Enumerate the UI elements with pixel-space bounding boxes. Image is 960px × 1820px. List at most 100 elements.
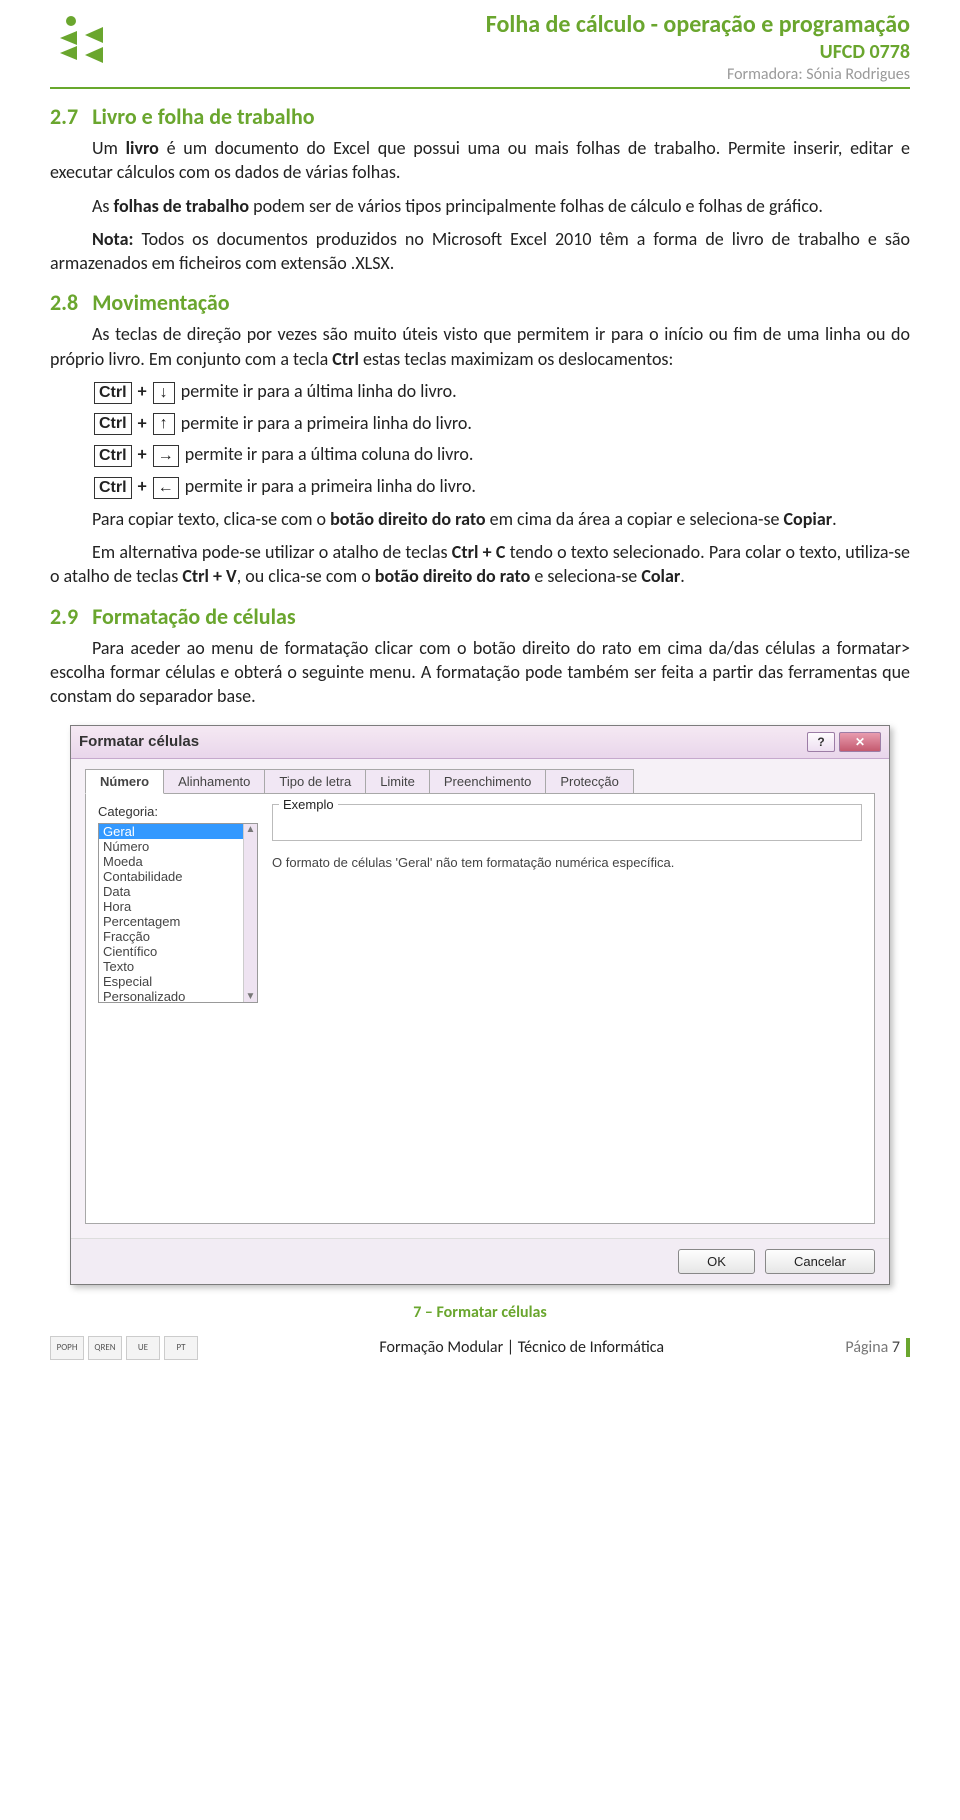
list-item[interactable]: Moeda [99, 854, 243, 869]
badge-pt: PT [164, 1336, 198, 1360]
badge-qren: QREN [88, 1336, 122, 1360]
shortcut-desc: permite ir para a primeira linha do livr… [181, 475, 476, 497]
badge-ue: UE [126, 1336, 160, 1360]
list-item[interactable]: Hora [99, 899, 243, 914]
trainer-name: Formadora: Sónia Rodrigues [486, 65, 910, 85]
sec-27-paragraph-2: As folhas de trabalho podem ser de vário… [50, 194, 910, 218]
text-fragment: e seleciona-se [530, 565, 641, 587]
scroll-down-icon[interactable]: ▼ [246, 991, 256, 1002]
sec-28-copy-paragraph: Para copiar texto, clica-se com o botão … [50, 507, 910, 531]
badge-poph: POPH [50, 1336, 84, 1360]
list-item[interactable]: Especial [99, 974, 243, 989]
section-number: 2.7 [50, 103, 78, 130]
section-number: 2.8 [50, 289, 78, 316]
sec-28-paste-paragraph: Em alternativa pode-se utilizar o atalho… [50, 540, 910, 589]
text-fragment: Em alternativa pode-se utilizar o atalho… [92, 541, 452, 563]
help-icon[interactable]: ? [807, 732, 835, 752]
text-bold: botão direito do rato [330, 508, 485, 530]
footer-logos: POPH QREN UE PT [50, 1336, 198, 1360]
list-item[interactable]: Data [99, 884, 243, 899]
text-fragment: , ou clica-se com o [237, 565, 375, 587]
footer-center-text: Formação Modular | Técnico de Informátic… [198, 1338, 845, 1357]
format-cells-dialog: Formatar células ? ✕ Número Alinhamento … [70, 725, 890, 1285]
tab-alinhamento[interactable]: Alinhamento [163, 769, 265, 793]
arrow-down-key: ↓ [153, 382, 175, 404]
close-icon[interactable]: ✕ [839, 732, 881, 752]
list-item[interactable]: Personalizado [99, 989, 243, 1003]
page-number-value: 7 [892, 1338, 900, 1357]
ok-button[interactable]: OK [678, 1249, 755, 1274]
shortcut-row-down: Ctrl + ↓ permite ir para a última linha … [92, 380, 910, 404]
plus-symbol: + [134, 443, 151, 465]
arrow-right-key: → [153, 445, 179, 467]
ctrl-key: Ctrl [94, 477, 132, 499]
plus-symbol: + [134, 412, 151, 434]
arrow-up-key: ↑ [153, 413, 175, 435]
note-text: Todos os documentos produzidos no Micros… [50, 228, 910, 274]
note-label: Nota: [92, 228, 133, 250]
ufcd-code: UFCD 0778 [486, 40, 910, 65]
text-fragment: . [832, 508, 837, 530]
page-header: Folha de cálculo - operação e programaçã… [50, 10, 910, 89]
text-bold: Ctrl [332, 348, 359, 370]
list-item[interactable]: Percentagem [99, 914, 243, 929]
keyboard-shortcuts-list: Ctrl + ↓ permite ir para a última linha … [92, 380, 910, 499]
text-bold: Colar [641, 565, 680, 587]
tab-tipo-de-letra[interactable]: Tipo de letra [264, 769, 366, 793]
sec-27-note: Nota: Todos os documentos produzidos no … [50, 227, 910, 276]
text-fragment: podem ser de vários tipos principalmente… [249, 195, 823, 217]
tab-preenchimento[interactable]: Preenchimento [429, 769, 546, 793]
figure-caption: 7 – Formatar células [50, 1303, 910, 1322]
scroll-up-icon[interactable]: ▲ [246, 824, 256, 835]
listbox-scrollbar[interactable]: ▲ ▼ [243, 824, 257, 1002]
ctrl-key: Ctrl [94, 413, 132, 435]
tab-limite[interactable]: Limite [365, 769, 430, 793]
plus-symbol: + [134, 475, 151, 497]
page-number: Página 7 [845, 1338, 910, 1357]
text-fragment: estas teclas maximizam os deslocamentos: [359, 348, 673, 370]
dialog-tabs: Número Alinhamento Tipo de letra Limite … [85, 769, 875, 794]
text-fragment: é um documento do Excel que possui uma o… [50, 137, 910, 183]
sec-29-paragraph-1: Para aceder ao menu de formatação clicar… [50, 636, 910, 709]
text-fragment: . [680, 565, 685, 587]
category-label: Categoria: [98, 804, 258, 819]
text-fragment: As [92, 195, 114, 217]
shortcut-desc: permite ir para a primeira linha do livr… [177, 412, 472, 434]
list-item[interactable]: Geral [99, 824, 243, 839]
text-bold: Ctrl + C [452, 541, 506, 563]
dialog-titlebar[interactable]: Formatar células ? ✕ [71, 726, 889, 759]
dialog-title-text: Formatar células [79, 733, 199, 750]
list-item[interactable]: Fracção [99, 929, 243, 944]
list-item[interactable]: Texto [99, 959, 243, 974]
section-title: Livro e folha de trabalho [92, 103, 314, 130]
page-label: Página [845, 1338, 891, 1357]
logo [50, 10, 120, 70]
sec-28-paragraph-1: As teclas de direção por vezes são muito… [50, 322, 910, 371]
ctrl-key: Ctrl [94, 382, 132, 404]
cancel-button[interactable]: Cancelar [765, 1249, 875, 1274]
arrow-left-key: ← [153, 477, 179, 499]
text-fragment: em cima da área a copiar e seleciona-se [486, 508, 784, 530]
list-item[interactable]: Contabilidade [99, 869, 243, 884]
category-listbox[interactable]: Geral Número Moeda Contabilidade Data Ho… [98, 823, 258, 1003]
section-title: Formatação de células [92, 603, 295, 630]
shortcut-row-right: Ctrl + → permite ir para a última coluna… [92, 443, 910, 467]
document-title: Folha de cálculo - operação e programaçã… [486, 10, 910, 40]
text-bold: Copiar [784, 508, 833, 530]
tab-numero[interactable]: Número [85, 769, 164, 794]
list-item[interactable]: Científico [99, 944, 243, 959]
text-fragment: Um [92, 137, 126, 159]
shortcut-desc: permite ir para a última coluna do livro… [181, 443, 474, 465]
text-bold: botão direito do rato [375, 565, 530, 587]
sec-27-paragraph-1: Um livro é um documento do Excel que pos… [50, 136, 910, 185]
text-bold: livro [126, 137, 159, 159]
section-2-9-heading: 2.9 Formatação de células [50, 603, 910, 630]
section-number: 2.9 [50, 603, 78, 630]
example-label: Exemplo [279, 797, 338, 812]
section-2-8-heading: 2.8Movimentação [50, 289, 910, 316]
tab-proteccao[interactable]: Protecção [545, 769, 634, 793]
shortcut-desc: permite ir para a última linha do livro. [177, 380, 457, 402]
text-bold: folhas de trabalho [114, 195, 250, 217]
ctrl-key: Ctrl [94, 445, 132, 467]
list-item[interactable]: Número [99, 839, 243, 854]
